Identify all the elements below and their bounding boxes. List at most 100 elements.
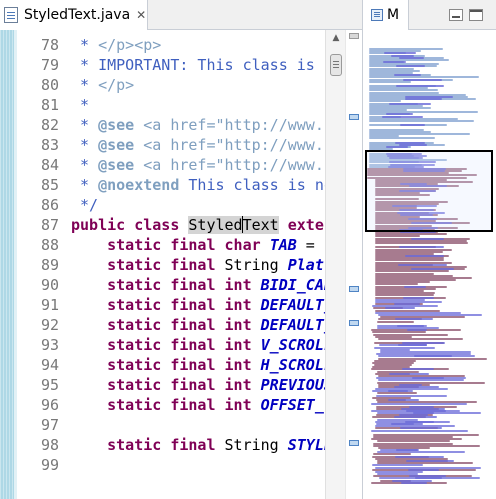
code-token: static bbox=[107, 436, 162, 454]
code-line[interactable]: 87 public class StyledText exter bbox=[17, 215, 325, 235]
line-number: 97 bbox=[40, 416, 59, 434]
minimap-line bbox=[405, 98, 442, 101]
minimize-icon[interactable] bbox=[449, 9, 463, 21]
code-line[interactable]: 86 */ bbox=[17, 195, 325, 215]
code-line[interactable]: 81 * bbox=[17, 95, 325, 115]
code-line[interactable]: 97 bbox=[17, 415, 325, 435]
minimap-line bbox=[369, 137, 436, 140]
code-line[interactable]: 83 * @see <a href="http://www. bbox=[17, 135, 325, 155]
code-line[interactable]: 95 static final int PREVIOUS bbox=[17, 375, 325, 395]
scroll-up-icon[interactable]: ▲ bbox=[330, 33, 342, 43]
code-line[interactable]: 84 * @see <a href="http://www. bbox=[17, 155, 325, 175]
tab-title: StyledText.java bbox=[24, 7, 131, 23]
line-number: 80 bbox=[40, 76, 59, 94]
close-icon[interactable]: ✕ bbox=[136, 9, 146, 21]
code-text-area[interactable]: 78 * </p><p> 79 * IMPORTANT: This class i… bbox=[17, 30, 325, 499]
code-token: char bbox=[224, 236, 261, 254]
code-token: TAB bbox=[269, 236, 297, 254]
overview-marker[interactable] bbox=[349, 440, 359, 446]
tab-styledtext-java[interactable]: StyledText.java ✕ bbox=[0, 0, 148, 30]
line-number: 85 bbox=[40, 176, 59, 194]
code-token: static bbox=[107, 376, 162, 394]
code-line[interactable]: 85 * @noextend This class is no bbox=[17, 175, 325, 195]
vertical-scrollbar[interactable]: ▲ bbox=[325, 30, 345, 499]
code-token: Styled bbox=[188, 216, 243, 234]
code-line[interactable]: 82 * @see <a href="http://www. bbox=[17, 115, 325, 135]
code-token: final bbox=[170, 376, 216, 394]
line-number: 95 bbox=[40, 376, 59, 394]
code-token: static bbox=[107, 236, 162, 254]
line-number: 98 bbox=[40, 436, 59, 454]
line-number: 92 bbox=[40, 316, 59, 334]
code-token: final bbox=[170, 296, 216, 314]
code-token: int bbox=[224, 296, 252, 314]
minimap-viewport-frame[interactable] bbox=[365, 150, 493, 232]
code-token: * bbox=[71, 116, 99, 134]
minimap-canvas[interactable] bbox=[367, 48, 493, 496]
line-number: 82 bbox=[40, 116, 59, 134]
code-line[interactable]: 98 static final String STYLE bbox=[17, 435, 325, 455]
code-line[interactable]: 88 static final char TAB = bbox=[17, 235, 325, 255]
code-token: */ bbox=[71, 196, 99, 214]
code-token: static bbox=[107, 316, 162, 334]
code-token: * bbox=[71, 156, 99, 174]
overview-marker[interactable] bbox=[349, 114, 359, 120]
code-token: DEFAULT_ bbox=[260, 316, 325, 334]
code-token: Text bbox=[242, 216, 279, 234]
overview-marker[interactable] bbox=[349, 286, 359, 292]
code-token: PREVIOUS bbox=[260, 376, 325, 394]
code-token: String bbox=[215, 256, 288, 274]
code-line[interactable]: 92 static final int DEFAULT_ bbox=[17, 315, 325, 335]
line-number: 86 bbox=[40, 196, 59, 214]
code-line[interactable]: 96 static final int OFFSET_ bbox=[17, 395, 325, 415]
quick-diff-ruler[interactable] bbox=[0, 30, 14, 499]
code-token: * bbox=[71, 96, 90, 114]
maximize-icon[interactable] bbox=[469, 9, 483, 21]
scrollbar-thumb[interactable] bbox=[330, 54, 342, 76]
code-token: <a href="http://www. bbox=[134, 136, 324, 154]
code-line[interactable]: 89 static final String Platf bbox=[17, 255, 325, 275]
code-token: </p><p> bbox=[98, 36, 162, 54]
tab-minimap[interactable]: M bbox=[363, 0, 409, 30]
code-line[interactable]: 93 static final int V_SCROLL bbox=[17, 335, 325, 355]
minimap-bottom-edge bbox=[363, 484, 496, 499]
code-line[interactable]: 94 static final int H_SCROLL bbox=[17, 355, 325, 375]
overview-marker[interactable] bbox=[349, 320, 359, 326]
code-token: @see bbox=[98, 116, 135, 134]
java-file-icon bbox=[4, 7, 18, 23]
line-number: 96 bbox=[40, 396, 59, 414]
code-line[interactable]: 79 * IMPORTANT: This class is bbox=[17, 55, 325, 75]
code-line[interactable]: 90 static final int BIDI_CAR bbox=[17, 275, 325, 295]
code-token: static bbox=[107, 296, 162, 314]
overview-marker[interactable] bbox=[349, 33, 359, 39]
code-token: * bbox=[71, 176, 99, 194]
line-number: 87 bbox=[40, 216, 59, 234]
code-token: * bbox=[71, 36, 99, 54]
code-token: H_SCROLL bbox=[260, 356, 325, 374]
line-number: 88 bbox=[40, 236, 59, 254]
code-line[interactable]: 80 * </p> bbox=[17, 75, 325, 95]
line-number: 93 bbox=[40, 336, 59, 354]
code-token: String bbox=[215, 436, 288, 454]
code-line[interactable]: 78 * </p><p> bbox=[17, 35, 325, 55]
code-line[interactable]: 99 bbox=[17, 455, 325, 475]
code-token: </p> bbox=[98, 76, 135, 94]
minimap-line bbox=[400, 124, 425, 127]
overview-ruler[interactable] bbox=[345, 30, 362, 499]
minimap-line bbox=[371, 429, 468, 432]
code-line[interactable]: 91 static final int DEFAULT_ bbox=[17, 295, 325, 315]
